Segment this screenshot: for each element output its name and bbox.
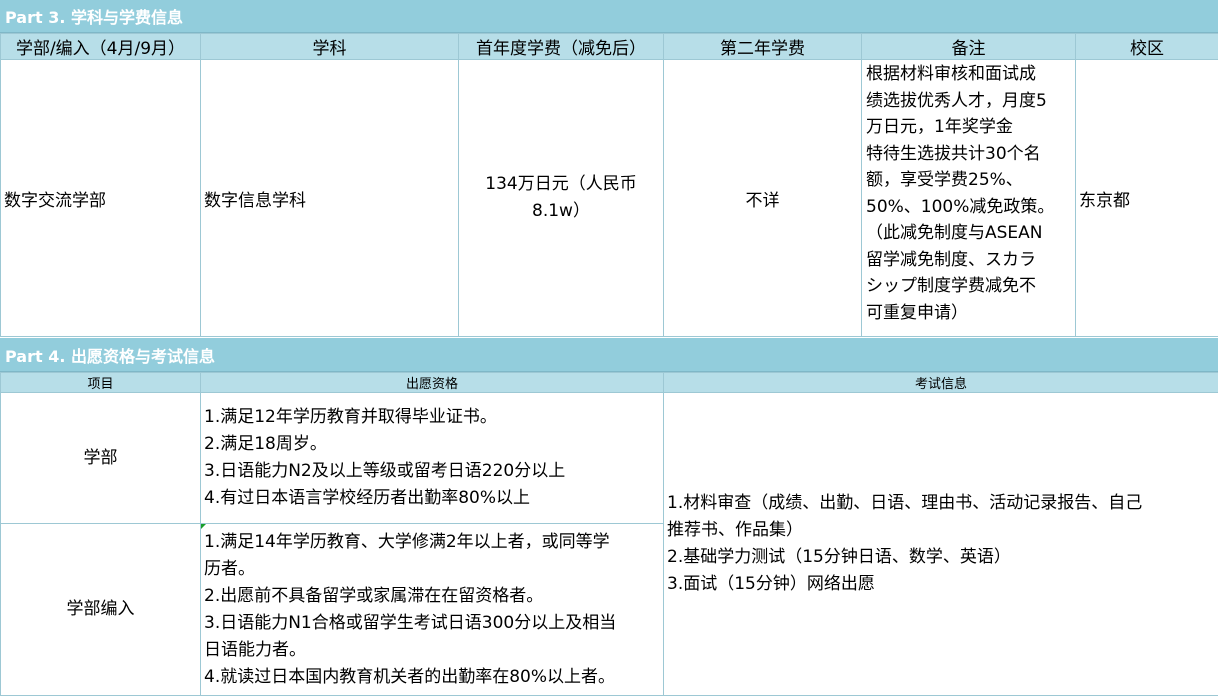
remark-line: 特待生选拔共计30个名	[866, 143, 1041, 164]
part3-title: Part 3. 学科与学费信息	[0, 0, 1218, 33]
remark-line: シップ制度学费减免不	[866, 276, 1036, 296]
remark-line: 绩选拔优秀人才，月度5	[866, 90, 1047, 111]
part3-header-row: 学部/编入（4月/9月） 学科 首年度学费（减免后） 第二年学费 备注 校区	[0, 33, 1218, 60]
part4-table: 项目 出愿资格 考试信息 学部 1.满足12年学历教育并取得毕业证书。 2.满足…	[0, 372, 1218, 696]
cell-item-transfer[interactable]: 学部编入	[0, 523, 201, 696]
remark-line: 可重复申请）	[866, 302, 968, 323]
header-faculty: 学部/编入（4月/9月）	[0, 33, 201, 60]
qualification-line: 2.满足18周岁。	[204, 434, 327, 454]
qualification-line: 历者。	[204, 558, 255, 579]
fee-line-2: 8.1w）	[532, 201, 590, 221]
header-remarks: 备注	[861, 33, 1076, 60]
table-row: 数字交流学部 数字信息学科 134万日元（人民币 8.1w） 不详 根据材料审核…	[0, 59, 1218, 337]
qualification-line: 2.出愿前不具备留学或家属滞在在留资格者。	[204, 585, 544, 606]
header-item: 项目	[0, 372, 201, 393]
cell-qualification-undergrad[interactable]: 1.满足12年学历教育并取得毕业证书。 2.满足18周岁。 3.日语能力N2及以…	[200, 392, 664, 524]
header-campus: 校区	[1075, 33, 1218, 60]
cell-qualification-transfer[interactable]: 1.满足14年学历教育、大学修满2年以上者，或同等学 历者。 2.出愿前不具备留…	[200, 523, 664, 696]
header-second-year-fee: 第二年学费	[663, 33, 862, 60]
part4-header-row: 项目 出愿资格 考试信息	[0, 372, 1218, 393]
qualification-line: 4.有过日本语言学校经历者出勤率80%以上	[204, 488, 531, 508]
remark-line: （此减免制度与ASEAN	[866, 223, 1043, 243]
header-department: 学科	[200, 33, 459, 60]
qualification-line: 3.日语能力N2及以上等级或留考日语220分以上	[204, 461, 566, 481]
cell-remarks[interactable]: 根据材料审核和面试成 绩选拔优秀人才，月度5 万日元，1年奖学金 特待生选拔共计…	[861, 59, 1076, 337]
qualification-line: 1.满足14年学历教育、大学修满2年以上者，或同等学	[204, 531, 610, 552]
part3-table: 学部/编入（4月/9月） 学科 首年度学费（减免后） 第二年学费 备注 校区 数…	[0, 33, 1218, 337]
qualification-line: 1.满足12年学历教育并取得毕业证书。	[204, 407, 497, 427]
cell-second-year-fee[interactable]: 不详	[663, 59, 862, 337]
header-first-year-fee: 首年度学费（减免后）	[458, 33, 664, 60]
cell-item-undergrad[interactable]: 学部	[0, 392, 201, 524]
spreadsheet-view: Part 3. 学科与学费信息 学部/编入（4月/9月） 学科 首年度学费（减免…	[0, 0, 1218, 698]
cell-first-year-fee[interactable]: 134万日元（人民币 8.1w）	[458, 59, 664, 337]
remark-line: 额，享受学费25%、	[866, 170, 1023, 190]
exam-line: 3.面试（15分钟）网络出愿	[667, 574, 875, 594]
exam-line: 推荐书、作品集）	[667, 520, 803, 540]
exam-line: 2.基础学力测试（15分钟日语、数学、英语）	[667, 547, 1011, 567]
qualification-line: 3.日语能力N1合格或留学生考试日语300分以上及相当	[204, 612, 617, 633]
exam-line: 1.材料审查（成绩、出勤、日语、理由书、活动记录报告、自己	[667, 493, 1143, 513]
table-row: 学部 1.满足12年学历教育并取得毕业证书。 2.满足18周岁。 3.日语能力N…	[0, 392, 1218, 696]
qualification-line: 4.就读过日本国内教育机关者的出勤率在80%以上者。	[204, 666, 616, 687]
part4-title: Part 4. 出愿资格与考试信息	[0, 338, 1218, 372]
remark-line: 留学减免制度、スカラ	[866, 249, 1036, 270]
cell-campus[interactable]: 东京都	[1075, 59, 1218, 337]
remark-line: 万日元，1年奖学金	[866, 117, 1013, 137]
header-qualification: 出愿资格	[200, 372, 664, 393]
header-exam-info: 考试信息	[663, 372, 1218, 393]
cell-department[interactable]: 数字信息学科	[200, 59, 459, 337]
remark-line: 根据材料审核和面试成	[866, 64, 1036, 84]
cell-faculty[interactable]: 数字交流学部	[0, 59, 201, 337]
remark-line: 50%、100%减免政策。	[866, 196, 1055, 217]
cell-exam-info[interactable]: 1.材料审查（成绩、出勤、日语、理由书、活动记录报告、自己 推荐书、作品集） 2…	[663, 392, 1218, 696]
qualification-line: 日语能力者。	[204, 639, 306, 660]
comment-marker-icon	[201, 524, 206, 529]
fee-line-1: 134万日元（人民币	[485, 174, 637, 194]
